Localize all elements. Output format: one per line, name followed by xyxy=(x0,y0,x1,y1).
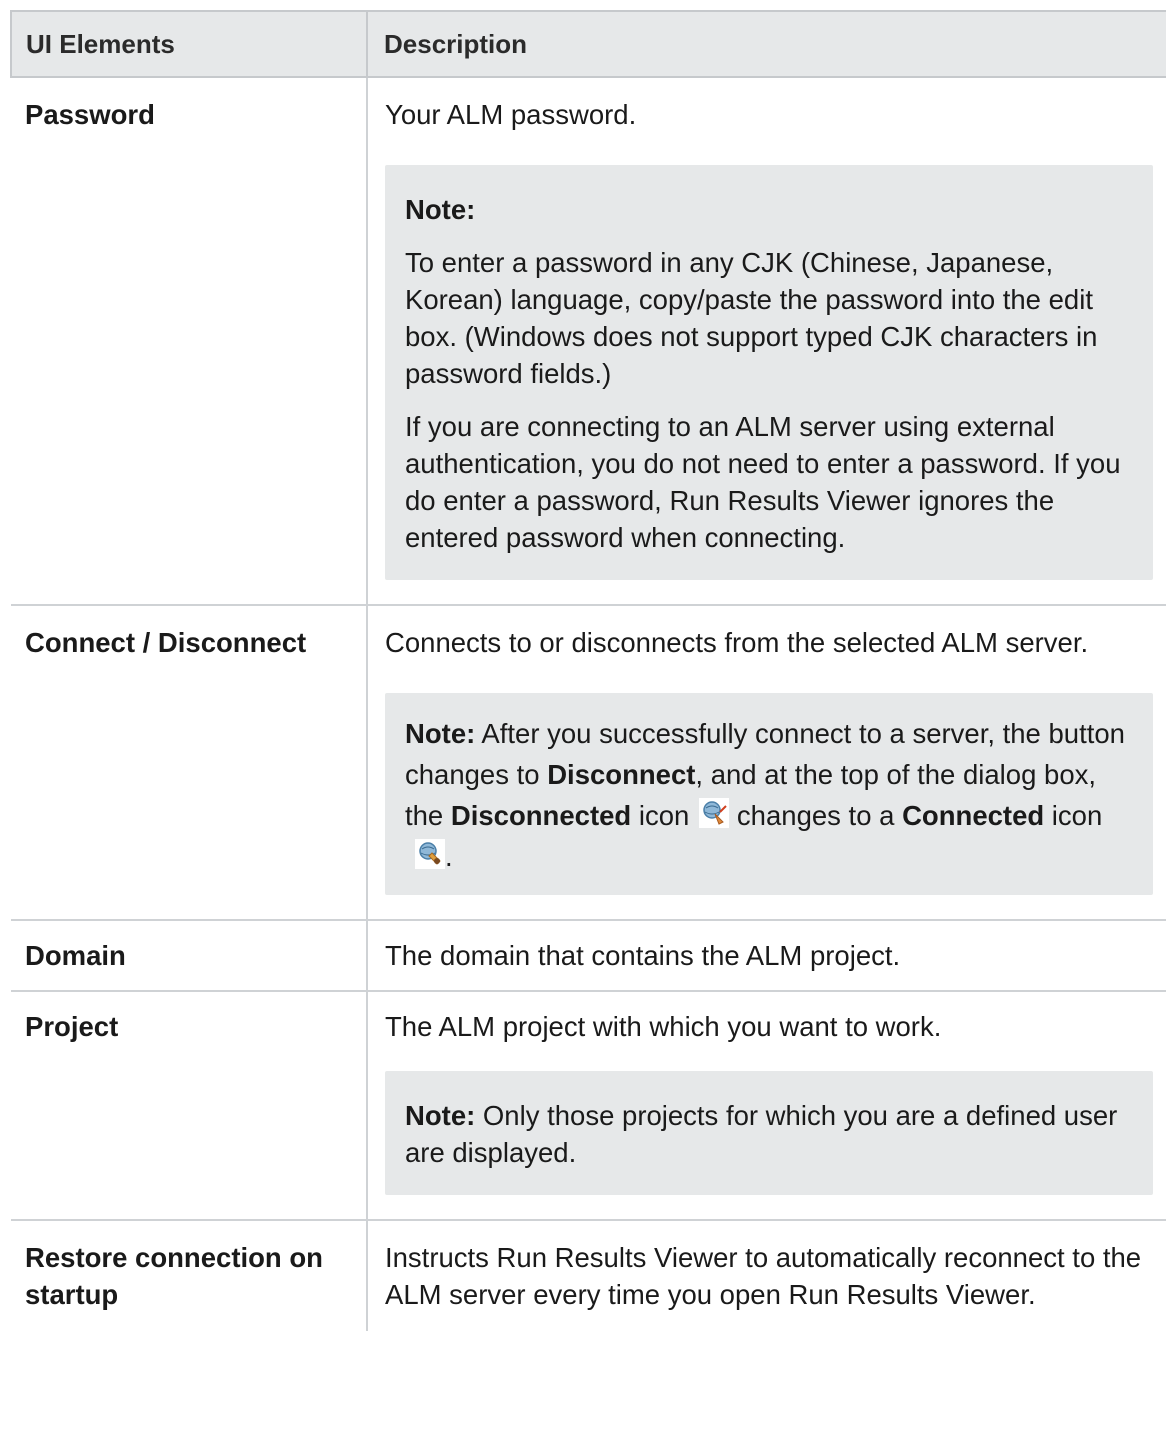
element-name: Domain xyxy=(11,920,368,992)
note-bold: Disconnected xyxy=(450,800,632,831)
element-name: Project xyxy=(11,991,368,1221)
note-box: Note: After you successfully connect to … xyxy=(385,693,1153,895)
note-text: Only those projects for which you are a … xyxy=(405,1100,1118,1168)
note-label: Note: xyxy=(405,194,476,225)
header-description: Description xyxy=(366,10,1166,78)
note-text: . xyxy=(445,841,453,872)
description-text: Connects to or disconnects from the sele… xyxy=(385,627,1089,658)
note-bold: Disconnect xyxy=(547,759,696,790)
header-ui-elements: UI Elements xyxy=(10,10,368,78)
note-box: Note: To enter a password in any CJK (Ch… xyxy=(385,165,1153,580)
description-text: The domain that contains the ALM project… xyxy=(385,940,901,971)
element-name: Restore connection on startup xyxy=(11,1220,368,1331)
description-text: The ALM project with which you want to w… xyxy=(385,1011,942,1042)
note-paragraph: If you are connecting to an ALM server u… xyxy=(405,411,1121,553)
table-row-connect: Connect / Disconnect Connects to or disc… xyxy=(11,605,1166,921)
element-description: Instructs Run Results Viewer to automati… xyxy=(367,1220,1166,1331)
ui-elements-table: UI Elements Description Password Your AL… xyxy=(10,10,1166,1331)
note-text: changes to a xyxy=(729,800,903,831)
table-header-row: UI Elements Description xyxy=(10,10,1166,78)
disconnected-icon xyxy=(699,798,730,828)
note-paragraph: Note: After you successfully connect to … xyxy=(405,713,1133,877)
table-row-project: Project The ALM project with which you w… xyxy=(11,991,1166,1221)
element-description: The domain that contains the ALM project… xyxy=(367,920,1166,992)
element-name: Password xyxy=(11,77,368,606)
element-description: The ALM project with which you want to w… xyxy=(367,991,1166,1221)
element-description: Your ALM password. Note: To enter a pass… xyxy=(367,77,1166,606)
table-row-restore: Restore connection on startup Instructs … xyxy=(11,1220,1166,1331)
note-paragraph: Note: Only those projects for which you … xyxy=(405,1097,1133,1171)
note-text: icon xyxy=(1044,800,1103,831)
description-text: Your ALM password. xyxy=(385,99,637,130)
note-text: icon xyxy=(631,800,690,831)
element-description: Connects to or disconnects from the sele… xyxy=(367,605,1166,921)
table-row-domain: Domain The domain that contains the ALM … xyxy=(11,920,1166,992)
connected-icon xyxy=(415,839,445,869)
note-paragraph: To enter a password in any CJK (Chinese,… xyxy=(405,247,1098,389)
note-box: Note: Only those projects for which you … xyxy=(385,1071,1153,1195)
element-name: Connect / Disconnect xyxy=(11,605,368,921)
note-label: Note: xyxy=(405,1100,476,1131)
note-label: Note: xyxy=(405,718,476,749)
table-row-password: Password Your ALM password. Note: To ent… xyxy=(11,77,1166,606)
description-text: Instructs Run Results Viewer to automati… xyxy=(385,1242,1142,1310)
note-bold: Connected xyxy=(902,800,1045,831)
